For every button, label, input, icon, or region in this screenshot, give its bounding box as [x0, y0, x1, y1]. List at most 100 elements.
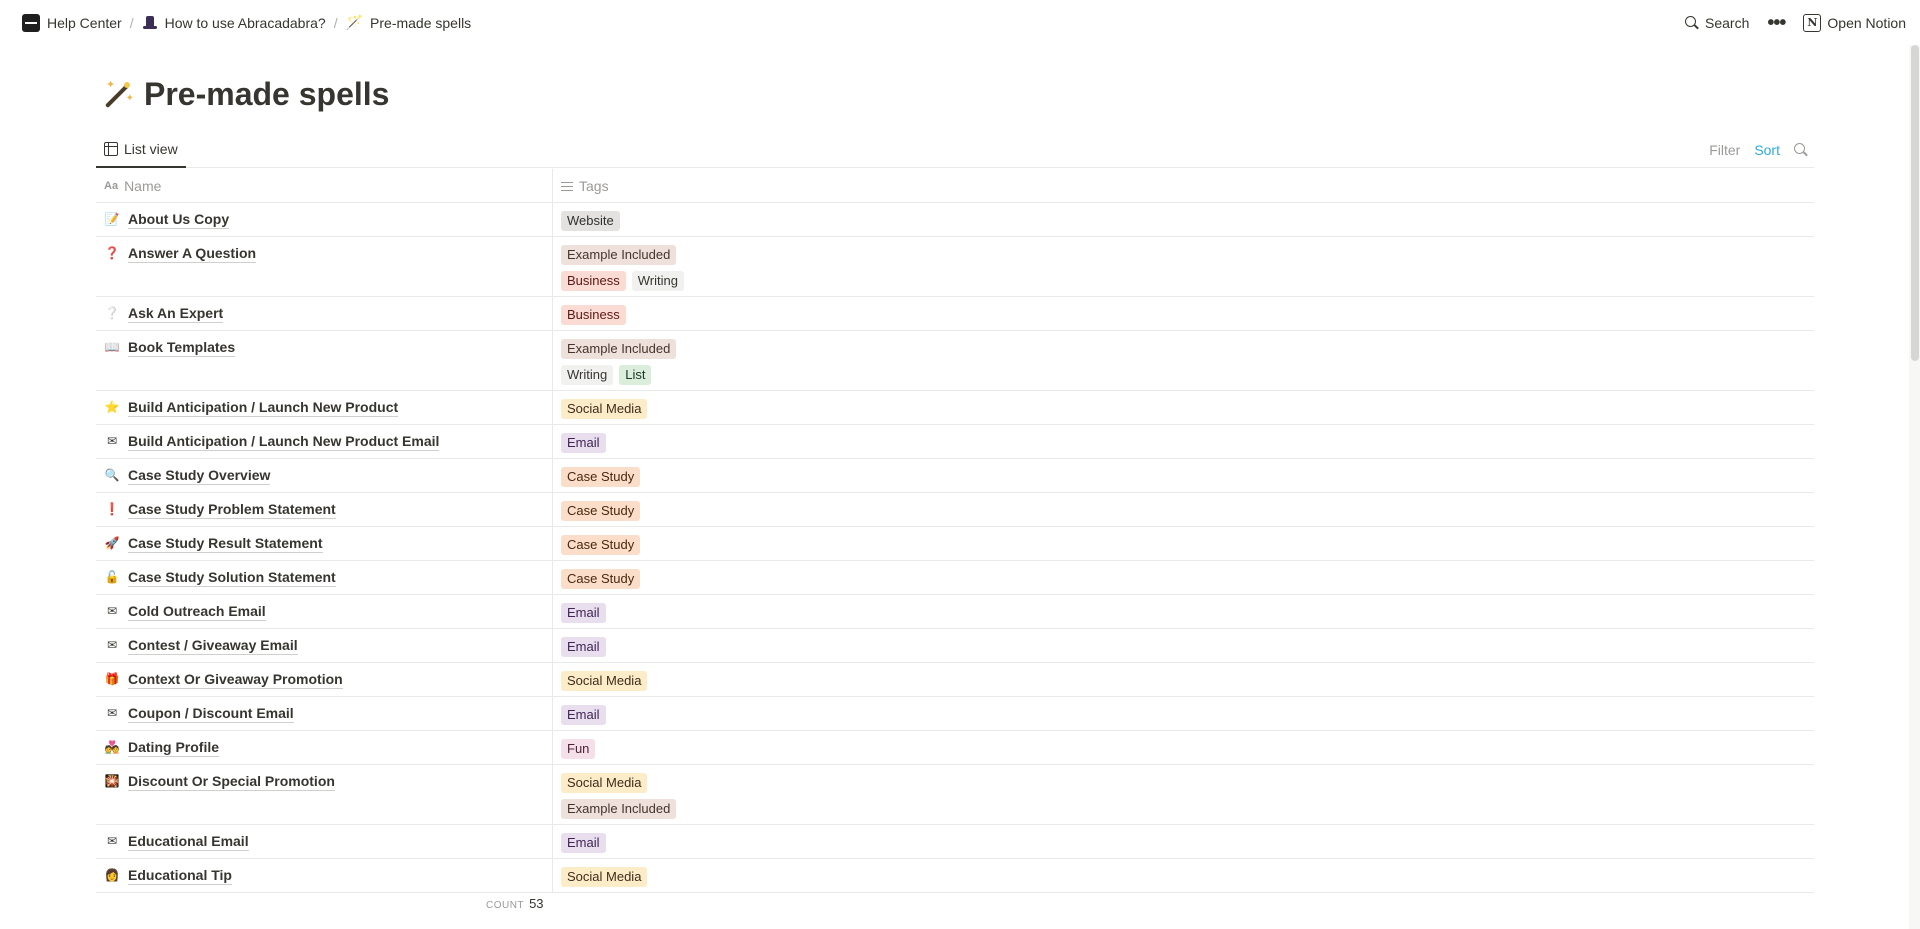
table-row[interactable]: 📖 Book Templates Example Included Writing Li… [96, 331, 1814, 391]
magic-wand-icon[interactable]: ✦ ✦ [100, 78, 134, 112]
row-title[interactable]: Dating Profile [128, 739, 220, 757]
row-name-cell[interactable]: 🚀 Case Study Result Statement [96, 527, 553, 560]
gift-icon: 🎁 [104, 672, 120, 686]
row-title[interactable]: Coupon / Discount Email [128, 705, 294, 723]
row-name-cell[interactable]: 🔓 Case Study Solution Statement [96, 561, 553, 594]
row-title[interactable]: Build Anticipation / Launch New Product … [128, 433, 440, 451]
row-name-cell[interactable]: ✉ Cold Outreach Email [96, 595, 553, 628]
table-body: 📝 About Us Copy Website ❓ Answer A Question E… [96, 203, 1814, 893]
row-tags-cell[interactable]: Social Media [553, 663, 693, 696]
row-name-cell[interactable]: 🎇 Discount Or Special Promotion [96, 765, 553, 824]
row-name-cell[interactable]: 👩 Educational Tip [96, 859, 553, 892]
row-title[interactable]: About Us Copy [128, 211, 230, 229]
sort-button[interactable]: Sort [1754, 142, 1780, 158]
table-row[interactable]: 👩 Educational Tip Social Media [96, 859, 1814, 893]
row-tags-cell[interactable]: Case Study [553, 527, 693, 560]
tag-badge: Email [561, 833, 606, 853]
filter-button[interactable]: Filter [1709, 142, 1740, 158]
row-tags-cell[interactable]: Case Study [553, 561, 693, 594]
count-value: 53 [529, 896, 544, 911]
table-row[interactable]: ✉ Educational Email Email [96, 825, 1814, 859]
table-footer: COUNT 53 [486, 896, 544, 911]
tab-list-view[interactable]: List view [96, 132, 186, 168]
row-name-cell[interactable]: 🔍 Case Study Overview [96, 459, 553, 492]
breadcrumb-help-center[interactable]: Help Center [18, 12, 126, 34]
row-tags-cell[interactable]: Case Study [553, 493, 693, 526]
table-row[interactable]: 🔓 Case Study Solution Statement Case Study [96, 561, 1814, 595]
row-name-cell[interactable]: ✉ Build Anticipation / Launch New Product… [96, 425, 553, 458]
tag-badge: Case Study [561, 569, 641, 589]
table-row[interactable]: ⭐ Build Anticipation / Launch New Product… [96, 391, 1814, 425]
row-title[interactable]: Build Anticipation / Launch New Product [128, 399, 399, 417]
row-title[interactable]: Contest / Giveaway Email [128, 637, 298, 655]
row-name-cell[interactable]: 📖 Book Templates [96, 331, 553, 390]
row-name-cell[interactable]: 🎁 Context Or Giveaway Promotion [96, 663, 553, 696]
row-title[interactable]: Case Study Solution Statement [128, 569, 336, 587]
search-button[interactable]: Search [1685, 15, 1749, 31]
row-title[interactable]: Context Or Giveaway Promotion [128, 671, 343, 689]
row-name-cell[interactable]: 📝 About Us Copy [96, 203, 553, 236]
row-title[interactable]: Book Templates [128, 339, 236, 357]
sparkle-picture-icon: 🎇 [104, 774, 120, 788]
row-title[interactable]: Educational Tip [128, 867, 232, 885]
row-title[interactable]: Cold Outreach Email [128, 603, 266, 621]
row-title[interactable]: Educational Email [128, 833, 249, 851]
table-row[interactable]: 🚀 Case Study Result Statement Case Study [96, 527, 1814, 561]
scrollbar-thumb[interactable] [1911, 45, 1919, 361]
row-name-cell[interactable]: ❔ Ask An Expert [96, 297, 553, 330]
row-title[interactable]: Discount Or Special Promotion [128, 773, 335, 791]
row-tags-cell[interactable]: Email [553, 629, 693, 662]
table-row[interactable]: 💑 Dating Profile Fun [96, 731, 1814, 765]
row-title[interactable]: Case Study Result Statement [128, 535, 323, 553]
row-tags-cell[interactable]: Website [553, 203, 693, 236]
row-title[interactable]: Answer A Question [128, 245, 257, 263]
table-row[interactable]: ❗ Case Study Problem Statement Case Study [96, 493, 1814, 527]
row-tags-cell[interactable]: Example Included Business Writing [553, 237, 693, 296]
row-tags-cell[interactable]: Social Media [553, 859, 693, 892]
row-tags-cell[interactable]: Email [553, 697, 693, 730]
table-row[interactable]: ❓ Answer A Question Example Included Busine… [96, 237, 1814, 297]
row-name-cell[interactable]: ✉ Coupon / Discount Email [96, 697, 553, 730]
row-name-cell[interactable]: ✉ Contest / Giveaway Email [96, 629, 553, 662]
magic-wand-icon: 🪄 [345, 14, 364, 30]
row-name-cell[interactable]: ❓ Answer A Question [96, 237, 553, 296]
row-tags-cell[interactable]: Fun [553, 731, 693, 764]
column-header-tags[interactable]: Tags [553, 169, 1814, 202]
table-row[interactable]: ✉ Build Anticipation / Launch New Product… [96, 425, 1814, 459]
table-row[interactable]: 🔍 Case Study Overview Case Study [96, 459, 1814, 493]
open-notion-button[interactable]: N Open Notion [1803, 13, 1906, 32]
row-tags-cell[interactable]: Social Media [553, 391, 693, 424]
breadcrumb-label: How to use Abracadabra? [164, 14, 326, 31]
white-question-mark-icon: ❔ [104, 306, 120, 320]
row-tags-cell[interactable]: Case Study [553, 459, 693, 492]
table-row[interactable]: 🎁 Context Or Giveaway Promotion Social Med… [96, 663, 1814, 697]
row-name-cell[interactable]: ✉ Educational Email [96, 825, 553, 858]
row-tags-cell[interactable]: Business [553, 297, 693, 330]
table-row[interactable]: ✉ Coupon / Discount Email Email [96, 697, 1814, 731]
tag-badge: Case Study [561, 467, 641, 487]
breadcrumb-how-to-use[interactable]: How to use Abracadabra? [138, 13, 330, 33]
breadcrumb-pre-made-spells[interactable]: 🪄 Pre-made spells [342, 12, 476, 33]
table-row[interactable]: ❔ Ask An Expert Business [96, 297, 1814, 331]
row-tags-cell[interactable]: Social Media Example Included [553, 765, 693, 824]
row-title[interactable]: Case Study Problem Statement [128, 501, 336, 519]
row-tags-cell[interactable]: Email [553, 595, 693, 628]
row-name-cell[interactable]: ❗ Case Study Problem Statement [96, 493, 553, 526]
row-tags-cell[interactable]: Email [553, 425, 693, 458]
table-row[interactable]: ✉ Contest / Giveaway Email Email [96, 629, 1814, 663]
search-icon[interactable] [1794, 143, 1808, 157]
table-row[interactable]: 📝 About Us Copy Website [96, 203, 1814, 237]
more-dots-icon[interactable]: ••• [1767, 13, 1786, 33]
breadcrumb-separator: / [129, 14, 134, 31]
row-tags-cell[interactable]: Email [553, 825, 693, 858]
page-scrollbar[interactable] [1909, 45, 1920, 929]
row-tags-cell[interactable]: Example Included Writing List [553, 331, 693, 390]
table-row[interactable]: 🎇 Discount Or Special Promotion Social Med… [96, 765, 1814, 825]
column-header-name[interactable]: Aa Name [96, 169, 553, 202]
row-title[interactable]: Ask An Expert [128, 305, 224, 323]
row-title[interactable]: Case Study Overview [128, 467, 271, 485]
row-name-cell[interactable]: ⭐ Build Anticipation / Launch New Product [96, 391, 553, 424]
exclamation-mark-icon: ❗ [104, 502, 120, 516]
row-name-cell[interactable]: 💑 Dating Profile [96, 731, 553, 764]
table-row[interactable]: ✉ Cold Outreach Email Email [96, 595, 1814, 629]
